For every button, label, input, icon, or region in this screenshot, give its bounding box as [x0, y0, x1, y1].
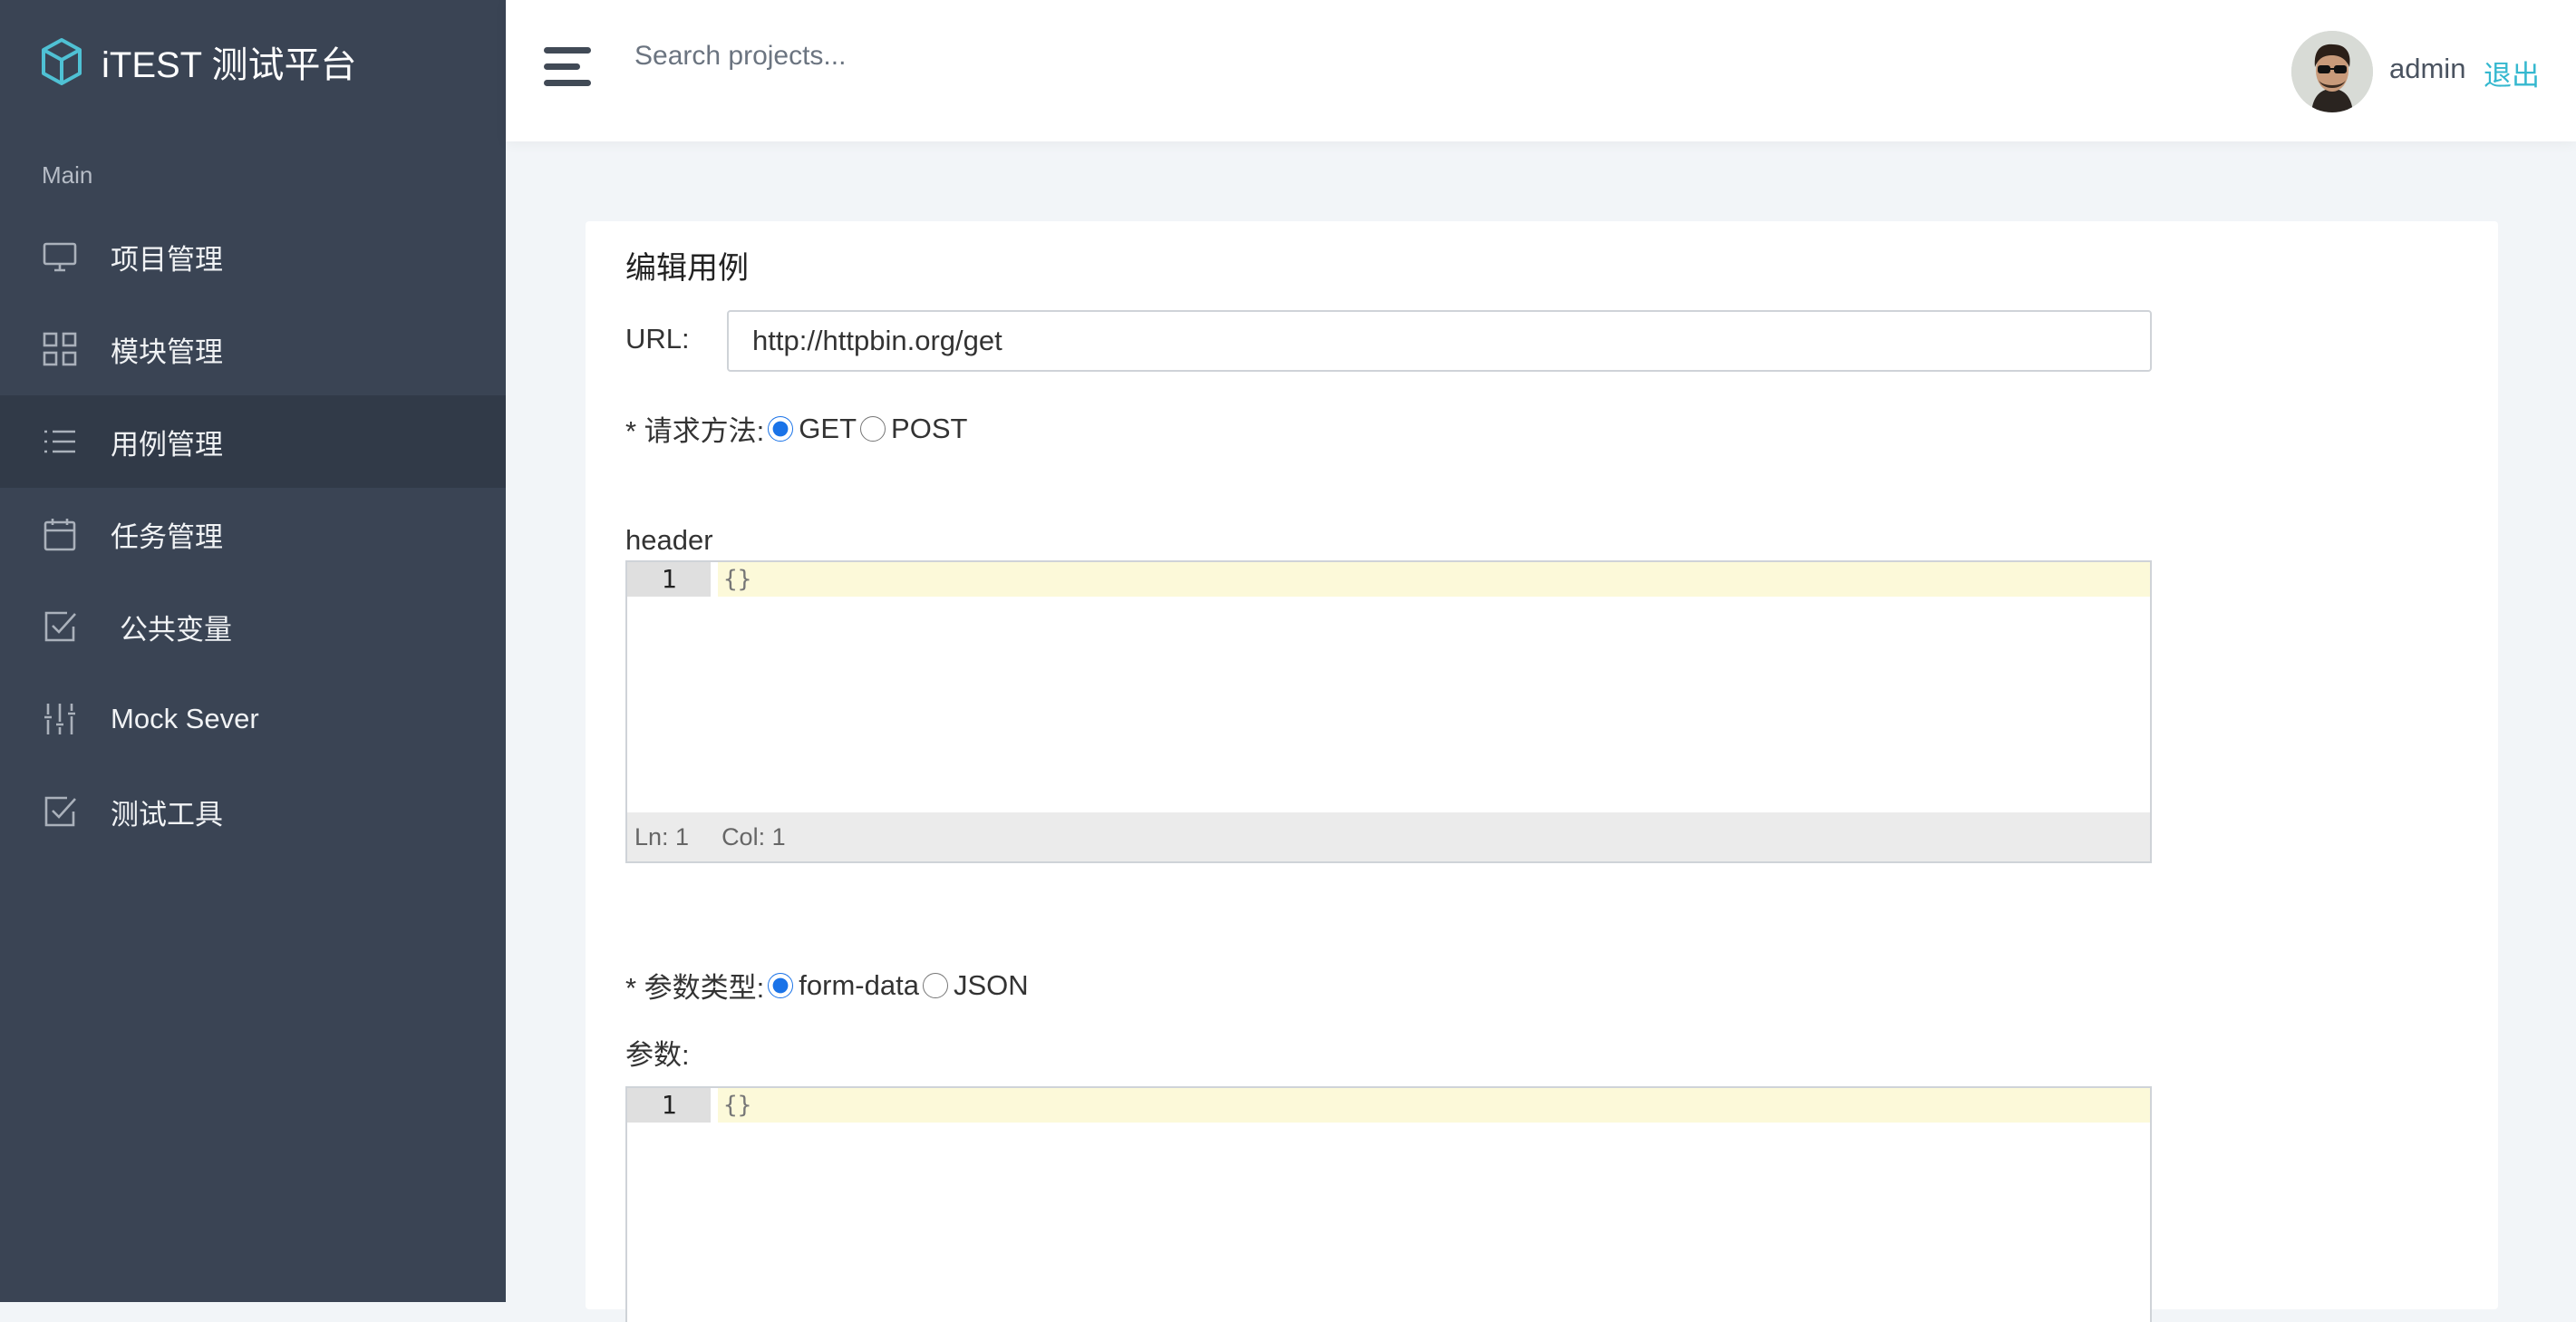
param-form-data-label: form-data [799, 968, 919, 1001]
param-type-row: * 参数类型: form-data JSON [625, 965, 1029, 1006]
avatar[interactable] [2291, 31, 2373, 112]
sidebar-item-label: Mock Sever [111, 703, 259, 734]
sidebar-item-label: 用例管理 [111, 428, 223, 461]
sidebar-nav: 项目管理 模块管理 用例管理 任务管理 公共变量 Mock Sever 测试工具 [0, 210, 506, 858]
edit-case-card: 编辑用例 URL: * 请求方法: GET POST header 1 {} L… [586, 221, 2498, 1322]
sidebar-item-label: 项目管理 [111, 243, 223, 276]
sidebar-item-tools[interactable]: 测试工具 [0, 765, 506, 858]
sidebar-item-label: 测试工具 [111, 798, 223, 831]
params-editor[interactable]: 1 {} [625, 1086, 2152, 1322]
checkbox-icon [44, 796, 76, 827]
line-number: 1 [627, 562, 711, 597]
sidebar-item-variables[interactable]: 公共变量 [0, 580, 506, 673]
method-post-radio[interactable] [860, 415, 886, 442]
user-avatar-icon [2291, 31, 2373, 112]
header-editor[interactable]: 1 {} Ln: 1 Col: 1 [625, 560, 2152, 863]
url-label: URL: [625, 323, 690, 355]
sidebar-item-cases[interactable]: 用例管理 [0, 395, 506, 488]
active-line-highlight [718, 562, 2150, 597]
editor-status-bar: Ln: 1 Col: 1 [627, 812, 2150, 861]
param-form-data-radio[interactable] [768, 972, 794, 998]
logout-link[interactable]: 退出 [2484, 53, 2540, 93]
request-method-label: * 请求方法: [625, 415, 765, 447]
status-line: Ln: 1 [634, 822, 690, 851]
sidebar-item-label: 任务管理 [111, 520, 223, 553]
param-type-label: * 参数类型: [625, 972, 765, 1004]
sidebar-item-tasks[interactable]: 任务管理 [0, 488, 506, 580]
search-input[interactable] [634, 33, 1269, 80]
editor-code: {} [723, 1092, 752, 1119]
params-label: 参数: [625, 1039, 690, 1071]
sliders-icon [44, 704, 75, 734]
menu-toggle-icon[interactable] [544, 44, 595, 91]
sidebar-item-label: 模块管理 [111, 335, 223, 368]
param-json-radio[interactable] [922, 972, 948, 998]
sidebar-item-mock-server[interactable]: Mock Sever [0, 673, 506, 765]
grid-icon [43, 332, 77, 366]
topbar: admin 退出 [506, 0, 2576, 141]
request-method-row: * 请求方法: GET POST [625, 408, 967, 449]
page-title: 编辑用例 [625, 251, 749, 286]
app-title: iTEST 测试平台 [102, 45, 357, 85]
calendar-icon [44, 519, 76, 551]
username: admin [2389, 53, 2466, 84]
line-number: 1 [627, 1088, 711, 1123]
active-line-highlight [718, 1088, 2150, 1123]
url-input[interactable] [727, 310, 2152, 372]
list-icon [44, 430, 75, 453]
checkbox-icon [44, 611, 76, 642]
method-get-radio[interactable] [768, 415, 794, 442]
method-get-label: GET [799, 412, 857, 444]
sidebar-item-modules[interactable]: 模块管理 [0, 303, 506, 395]
cube-logo-icon [42, 38, 82, 85]
editor-code: {} [723, 566, 752, 593]
monitor-icon [43, 242, 77, 272]
sidebar-item-label: 公共变量 [120, 613, 232, 646]
brand[interactable]: iTEST 测试平台 [40, 34, 357, 89]
sidebar-item-projects[interactable]: 项目管理 [0, 210, 506, 303]
status-column: Col: 1 [721, 822, 786, 851]
method-post-label: POST [891, 412, 968, 444]
nav-section-label: Main [42, 161, 93, 189]
param-json-label: JSON [953, 968, 1029, 1001]
header-label: header [625, 524, 713, 556]
sidebar: iTEST 测试平台 Main 项目管理 模块管理 用例管理 任务管理 公共变量… [0, 0, 506, 1302]
